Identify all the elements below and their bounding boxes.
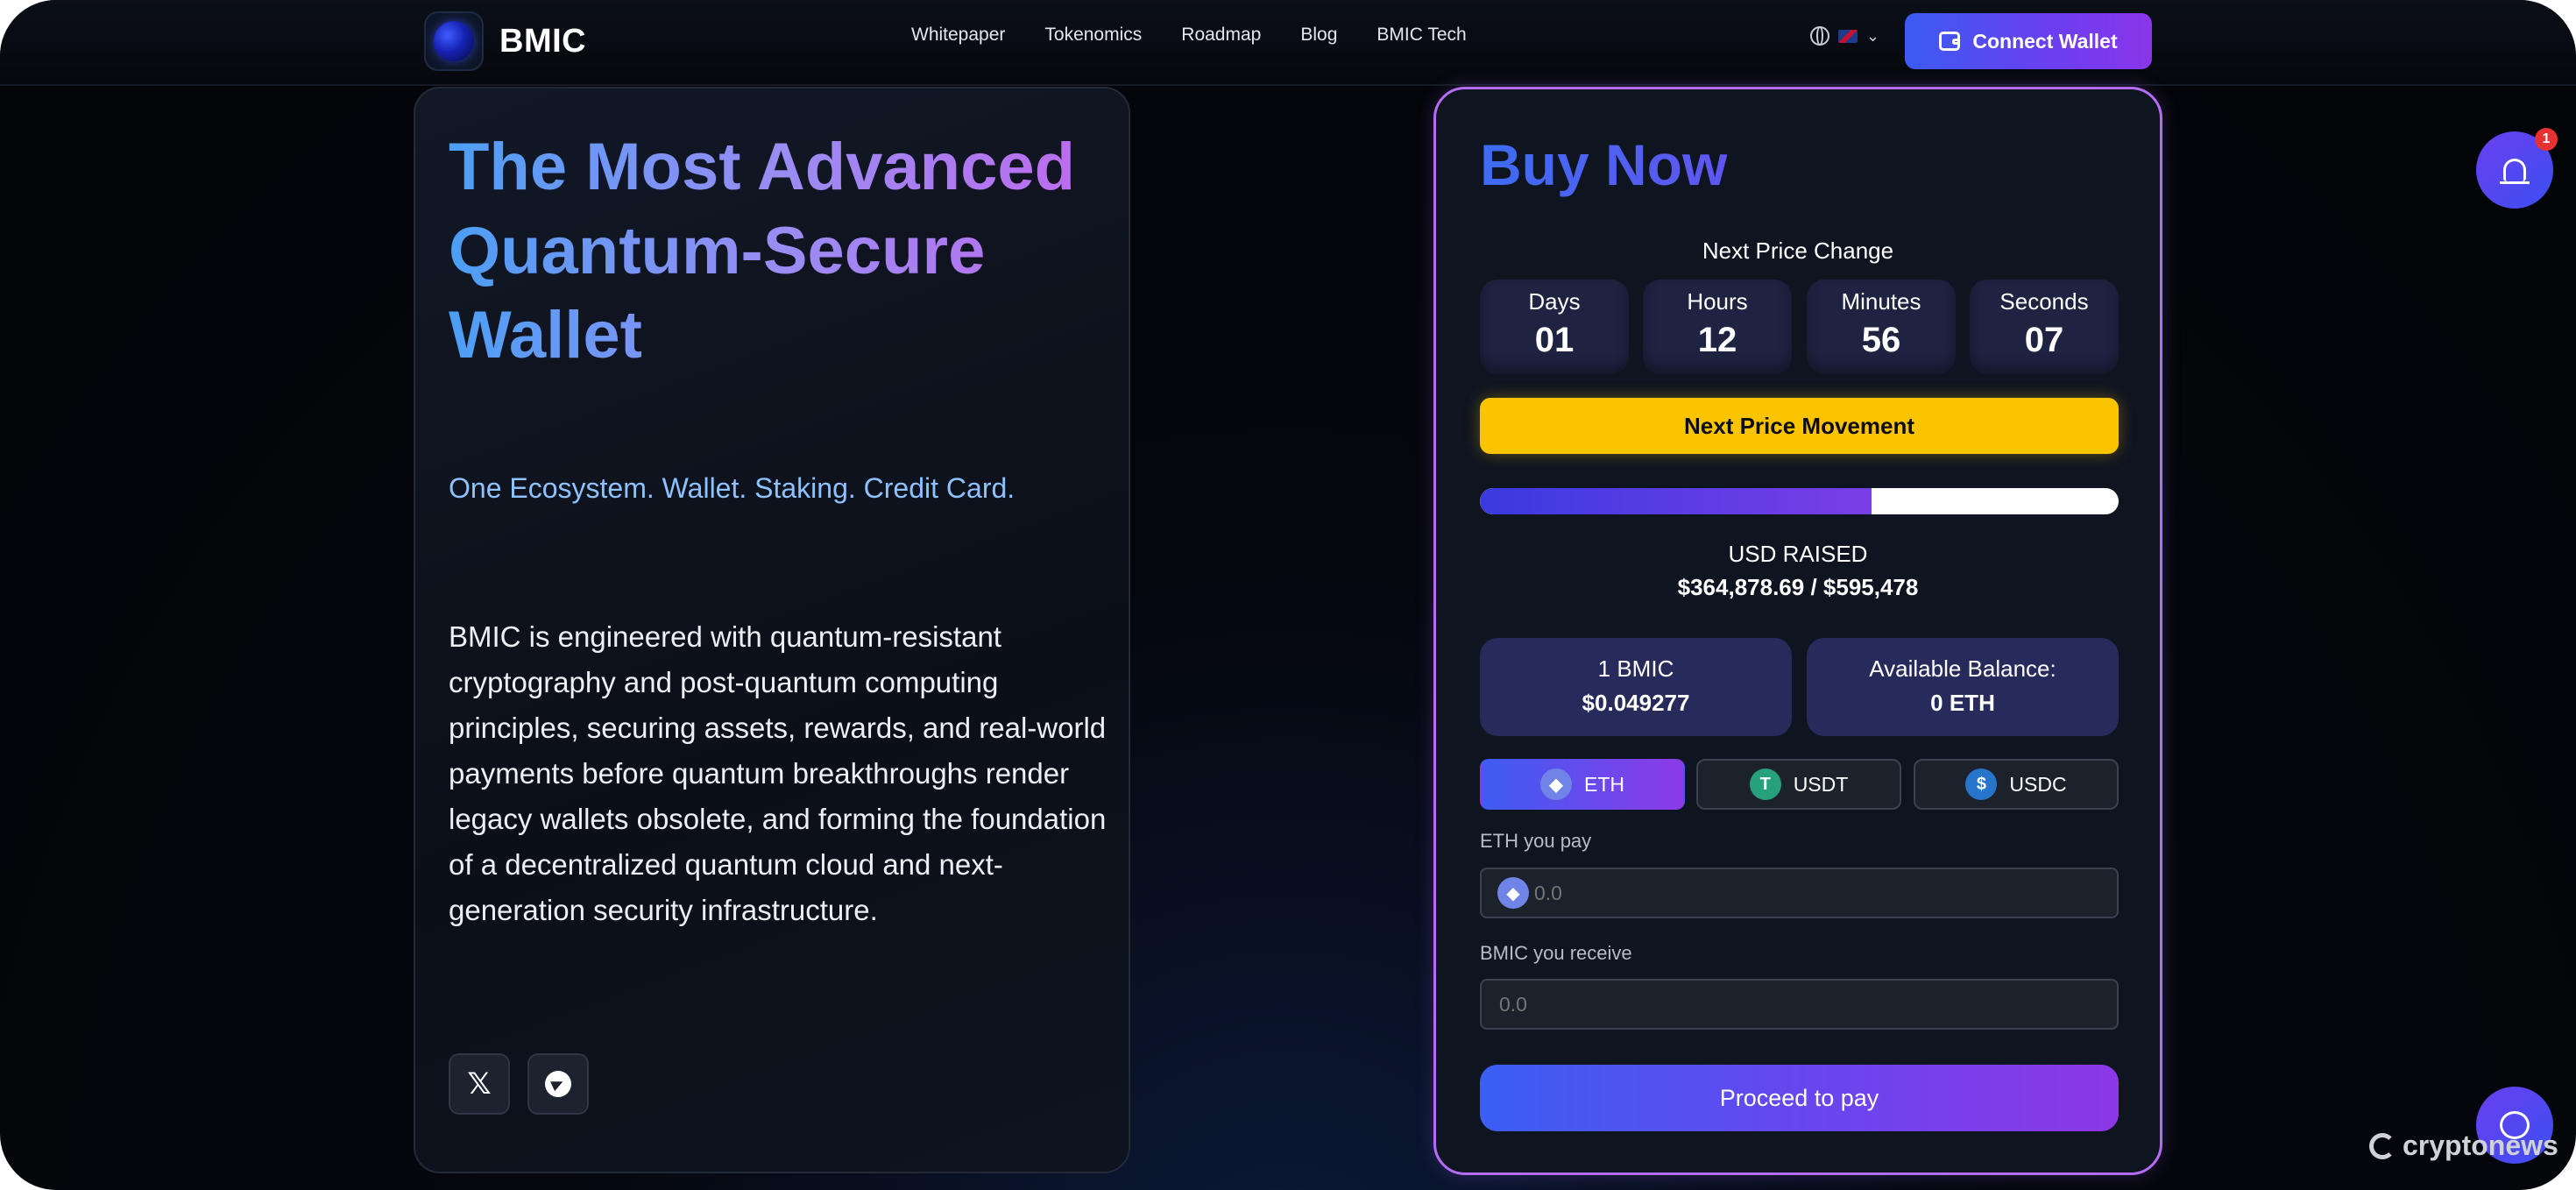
nav-item-tokenomics[interactable]: Tokenomics — [1044, 25, 1142, 46]
nav-item-whitepaper[interactable]: Whitepaper — [911, 25, 1005, 46]
countdown-label: Days — [1528, 288, 1581, 315]
token-tab-usdc[interactable]: $ USDC — [1914, 759, 2119, 810]
countdown-label: Minutes — [1841, 288, 1921, 315]
cryptonews-logo-icon — [2369, 1132, 2396, 1159]
eth-icon: ◆ — [1540, 769, 1572, 800]
token-tab-usdt[interactable]: T USDT — [1696, 759, 1901, 810]
next-price-change-label: Next Price Change — [1702, 237, 1894, 264]
hero-headline: The Most Advanced Quantum-Secure Wallet — [449, 125, 1115, 378]
pay-amount-field: ◆ — [1480, 868, 2119, 918]
usd-raised-value: $364,878.69 / $595,478 — [1677, 574, 1919, 600]
countdown-value: 07 — [2024, 321, 2064, 359]
token-price-value: $0.049277 — [1582, 690, 1690, 716]
countdown-minutes: Minutes 56 — [1807, 280, 1956, 374]
next-price-movement-button[interactable]: Next Price Movement — [1480, 398, 2119, 454]
countdown-seconds: Seconds 07 — [1970, 280, 2119, 374]
token-tab-eth[interactable]: ◆ ETH — [1480, 759, 1685, 810]
countdown-value: 12 — [1697, 321, 1737, 359]
countdown-label: Seconds — [1999, 288, 2089, 315]
cryptonews-watermark: cryptonews — [2369, 1130, 2558, 1162]
hero-card: The Most Advanced Quantum-Secure Wallet … — [414, 87, 1130, 1173]
receive-field-label: BMIC you receive — [1480, 942, 1632, 964]
uk-flag-icon — [1838, 29, 1858, 43]
connect-wallet-button[interactable]: Connect Wallet — [1905, 13, 2152, 69]
receive-amount-field — [1480, 979, 2119, 1030]
page-frame: BMIC Whitepaper Tokenomics Roadmap Blog … — [0, 0, 2576, 1190]
notification-count-badge: 1 — [2535, 128, 2558, 151]
usdt-icon: T — [1749, 769, 1781, 800]
pay-field-label: ETH you pay — [1480, 830, 1592, 852]
brand-name: BMIC — [499, 22, 587, 60]
buy-title: Buy Now — [1480, 132, 1728, 197]
main-nav: Whitepaper Tokenomics Roadmap Blog BMIC … — [911, 25, 1467, 46]
eth-icon: ◆ — [1497, 877, 1529, 909]
watermark-text: cryptonews — [2403, 1130, 2558, 1161]
logo-icon — [424, 11, 484, 71]
progress-fill — [1480, 488, 1872, 514]
language-selector[interactable]: ⌄ — [1810, 26, 1879, 46]
x-social-button[interactable]: 𝕏 — [449, 1053, 510, 1115]
receive-amount-input[interactable] — [1482, 991, 2027, 1017]
hero-tagline: One Ecosystem. Wallet. Staking. Credit C… — [449, 472, 1016, 504]
nav-item-blog[interactable]: Blog — [1300, 25, 1337, 46]
usdc-icon: $ — [1965, 769, 1998, 800]
pay-amount-input[interactable] — [1529, 880, 2062, 906]
wallet-icon — [1939, 32, 1961, 51]
telegram-social-button[interactable] — [527, 1053, 589, 1115]
available-balance-label: Available Balance: — [1869, 655, 2056, 682]
globe-icon — [1810, 26, 1829, 46]
nav-item-roadmap[interactable]: Roadmap — [1181, 25, 1261, 46]
brand-logo[interactable]: BMIC — [424, 11, 587, 71]
countdown-hours: Hours 12 — [1643, 280, 1792, 374]
hero-description: BMIC is engineered with quantum-resistan… — [449, 620, 1107, 926]
proceed-to-pay-button[interactable]: Proceed to pay — [1480, 1065, 2119, 1131]
buy-widget: Buy Now Next Price Change Days 01 Hours … — [1433, 87, 2162, 1175]
bell-icon — [2500, 159, 2530, 184]
countdown-label: Hours — [1687, 288, 1748, 315]
token-tab-label: USDC — [2009, 772, 2067, 796]
usd-raised-label: USD RAISED — [1728, 541, 1868, 567]
available-balance-box: Available Balance: 0 ETH — [1807, 638, 2119, 736]
token-price-box: 1 BMIC $0.049277 — [1480, 638, 1792, 736]
chevron-down-icon: ⌄ — [1866, 26, 1880, 45]
countdown-value: 56 — [1861, 321, 1901, 359]
token-tab-label: ETH — [1584, 772, 1624, 796]
token-tab-label: USDT — [1793, 772, 1849, 796]
countdown-value: 01 — [1534, 321, 1575, 359]
token-price-label: 1 BMIC — [1597, 655, 1674, 682]
x-icon: 𝕏 — [467, 1066, 492, 1101]
countdown-days: Days 01 — [1480, 280, 1629, 374]
nav-item-bmic-tech[interactable]: BMIC Tech — [1376, 25, 1466, 46]
available-balance-value: 0 ETH — [1930, 690, 1995, 716]
telegram-icon — [545, 1071, 571, 1097]
presale-progress-bar — [1480, 488, 2119, 514]
connect-wallet-label: Connect Wallet — [1972, 29, 2118, 53]
top-navigation-bar: BMIC Whitepaper Tokenomics Roadmap Blog … — [0, 0, 2576, 86]
